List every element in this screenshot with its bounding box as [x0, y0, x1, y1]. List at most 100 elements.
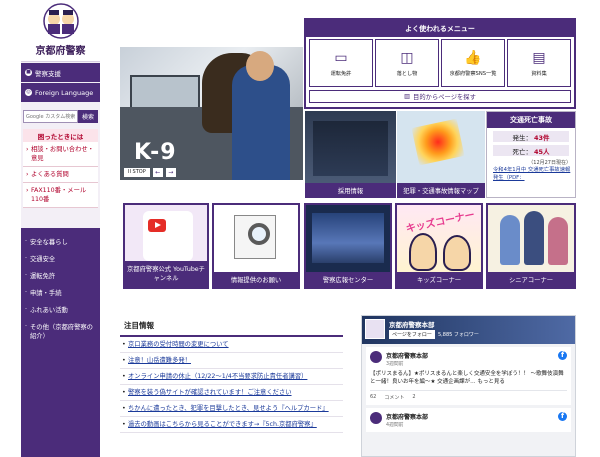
fatality-report-link[interactable]: 令和4年1月中 交通死亡事故速報発生（PDF： [493, 167, 571, 182]
comment-button[interactable]: コメント [384, 394, 404, 401]
help-item-fax-mail[interactable]: FAX110番・メール110番 [23, 183, 98, 208]
foreign-language-label: Foreign Language [35, 88, 94, 97]
follow-page-button[interactable]: ページをフォロー [389, 330, 435, 339]
frequent-menu-tiles: ▭ 運転免許 ◫ 落とし物 👍 京都府警察SNS一覧 ▤ 資料集 [306, 37, 574, 87]
post-author[interactable]: 京都府警察本部 [386, 412, 567, 421]
post-avatar[interactable] [370, 351, 382, 363]
thumbs-up-icon: 👍 [464, 50, 482, 66]
senior-corner-card[interactable]: シニアコーナー [486, 203, 576, 289]
facebook-post: f 京都府警察本部 4週間前 [366, 408, 571, 432]
heatmap-image [411, 118, 465, 166]
officers-photo [313, 121, 388, 176]
senior-figure [548, 217, 568, 265]
menu-tile-label: 資料集 [531, 71, 547, 77]
book-icon: ▤ [532, 50, 546, 66]
help-item-faq[interactable]: よくある質問 [23, 167, 98, 183]
help-item-consultation[interactable]: 相談・お問い合わせ・意見 [23, 142, 98, 167]
info-request-label: 情報提供のお願い [214, 272, 298, 287]
post-author[interactable]: 京都府警察本部 [386, 351, 567, 360]
fatality-count-row: 発生： 43件 [493, 131, 569, 142]
nav-item-other[interactable]: その他（京都府警察の紹介） [21, 319, 100, 345]
menu-tile-label: 京都府警察SNS一覧 [449, 71, 497, 77]
hero-officer [232, 65, 290, 180]
occurrence-value: 43件 [533, 133, 550, 142]
police-support-label: 警察支援 [35, 69, 61, 78]
recruitment-card[interactable]: 採用情報 [305, 111, 396, 198]
notice-link[interactable]: 京口業務の受付時間の変更について [120, 337, 343, 353]
police-support-button[interactable]: ■ 警察支援 [21, 63, 100, 82]
senior-figure [524, 211, 544, 265]
mascot-character [443, 235, 471, 271]
help-heading: 困ったときには [23, 129, 98, 142]
traffic-fatality-title: 交通死亡事故 [487, 112, 575, 128]
menu-tile-documents[interactable]: ▤ 資料集 [507, 39, 571, 87]
kids-corner-title: キッズコーナー [405, 209, 476, 236]
menu-tile-lost-items[interactable]: ◫ 落とし物 [375, 39, 439, 87]
bag-icon: ◫ [400, 50, 414, 66]
nav-item-community[interactable]: ふれあい活動 [21, 302, 100, 319]
site-logo[interactable]: 京都府警察 [21, 0, 100, 62]
nav-item-traffic-safety[interactable]: 交通安全 [21, 251, 100, 268]
facebook-post: f 京都府警察本部 3週間前 【ポリスまるん】★ポリスまるんと楽しく交通安全を学… [366, 347, 571, 405]
facebook-icon: f [558, 412, 567, 421]
hero-caption: K-9 [134, 140, 177, 165]
slideshow-controls: II STOP ← → [124, 168, 176, 177]
search-input[interactable] [23, 110, 78, 123]
menu-tile-sns[interactable]: 👍 京都府警察SNS一覧 [441, 39, 505, 87]
notice-link[interactable]: ちかんに遭ったとき、犯罪を目撃したとき、見せよう『ヘルプカード』 [120, 401, 343, 417]
crime-map-label: 犯罪・交通事故情報マップ [397, 183, 485, 198]
featured-info-title: 注目情報 [120, 318, 343, 337]
fatality-as-of-date: （12月27日現在） [528, 160, 571, 166]
license-icon: ▭ [334, 50, 348, 66]
nav-item-safe-living[interactable]: 安全な暮らし [21, 234, 100, 251]
search-button[interactable]: 検索 [78, 110, 98, 123]
slideshow-prev-button[interactable]: ← [152, 168, 163, 177]
pr-center-label: 警察広報センター [306, 272, 390, 287]
post-avatar[interactable] [370, 412, 382, 424]
nav-item-applications[interactable]: 申請・手続 [21, 285, 100, 302]
menu-tile-label: 運転免許 [330, 71, 352, 77]
senior-figure [500, 215, 520, 265]
facebook-header[interactable]: 京都府警察本部 ページをフォロー 5,885 フォロワー [362, 316, 575, 344]
pr-center-card[interactable]: 警察広報センター [304, 203, 392, 289]
crime-map-card[interactable]: 犯罪・交通事故情報マップ [397, 111, 485, 198]
find-by-purpose-button[interactable]: ▥ 目的からページを探す [309, 90, 571, 103]
menu-tile-drivers-license[interactable]: ▭ 運転免許 [309, 39, 373, 87]
book-open-icon: ▥ [404, 93, 411, 100]
post-text: 【ポリスまるん】★ポリスまるんと楽しく交通安全を学ぼう！！ ～歌舞伎演舞と一緒！… [370, 371, 564, 385]
share-count[interactable]: 2 [412, 394, 415, 401]
site-title: 京都府警察 [35, 46, 86, 57]
post-time: 4週間前 [386, 423, 404, 428]
facebook-icon: f [558, 351, 567, 360]
foreign-language-button[interactable]: ◎ Foreign Language [21, 83, 100, 102]
post-actions: 62 コメント 2 [370, 390, 567, 401]
slideshow-stop-button[interactable]: II STOP [124, 168, 150, 177]
hero-slideshow[interactable]: K-9 II STOP ← → [120, 47, 303, 180]
frequent-menu-title: よく使われるメニュー [306, 20, 574, 37]
notice-link[interactable]: 警察を装う偽サイトが確認されています！ご注意ください [120, 385, 343, 401]
kids-corner-card[interactable]: キッズコーナー キッズコーナー [395, 203, 483, 289]
slideshow-next-button[interactable]: → [165, 168, 176, 177]
death-count-row: 死亡： 45人 [493, 145, 569, 156]
menu-tile-label: 落とし物 [396, 71, 418, 77]
magnifier-icon [248, 223, 270, 245]
youtube-play-icon [148, 219, 166, 232]
page-avatar[interactable] [365, 319, 385, 339]
info-request-card[interactable]: 情報提供のお願い [212, 203, 300, 289]
nav-item-drivers-license[interactable]: 運転免許 [21, 268, 100, 285]
notice-link[interactable]: 過去の動画はこちらから見ることができます→『5ch.京都府警察』 [120, 417, 343, 433]
post-time: 3週間前 [386, 362, 404, 367]
youtube-card[interactable]: 京都府警察公式 YouTubeチャンネル [123, 203, 209, 289]
kids-corner-label: キッズコーナー [397, 272, 481, 287]
like-count[interactable]: 62 [370, 394, 376, 401]
facebook-page-name[interactable]: 京都府警察本部 [389, 319, 435, 329]
traffic-fatality-panel[interactable]: 交通死亡事故 発生： 43件 死亡： 45人 （12月27日現在） 令和4年1月… [486, 111, 576, 198]
hero-officer-head [246, 51, 274, 81]
senior-corner-label: シニアコーナー [488, 272, 574, 287]
site-search: 検索 [23, 110, 98, 123]
death-value: 45人 [533, 147, 550, 156]
follower-count: 5,885 フォロワー [438, 332, 479, 338]
notice-link[interactable]: 注意！山岳遭難多発！ [120, 353, 343, 369]
side-nav: 安全な暮らし 交通安全 運転免許 申請・手続 ふれあい活動 その他（京都府警察の… [21, 228, 100, 457]
notice-link[interactable]: オンライン申請の休止（12/22～1/4不当要求防止責任者講習） [120, 369, 343, 385]
